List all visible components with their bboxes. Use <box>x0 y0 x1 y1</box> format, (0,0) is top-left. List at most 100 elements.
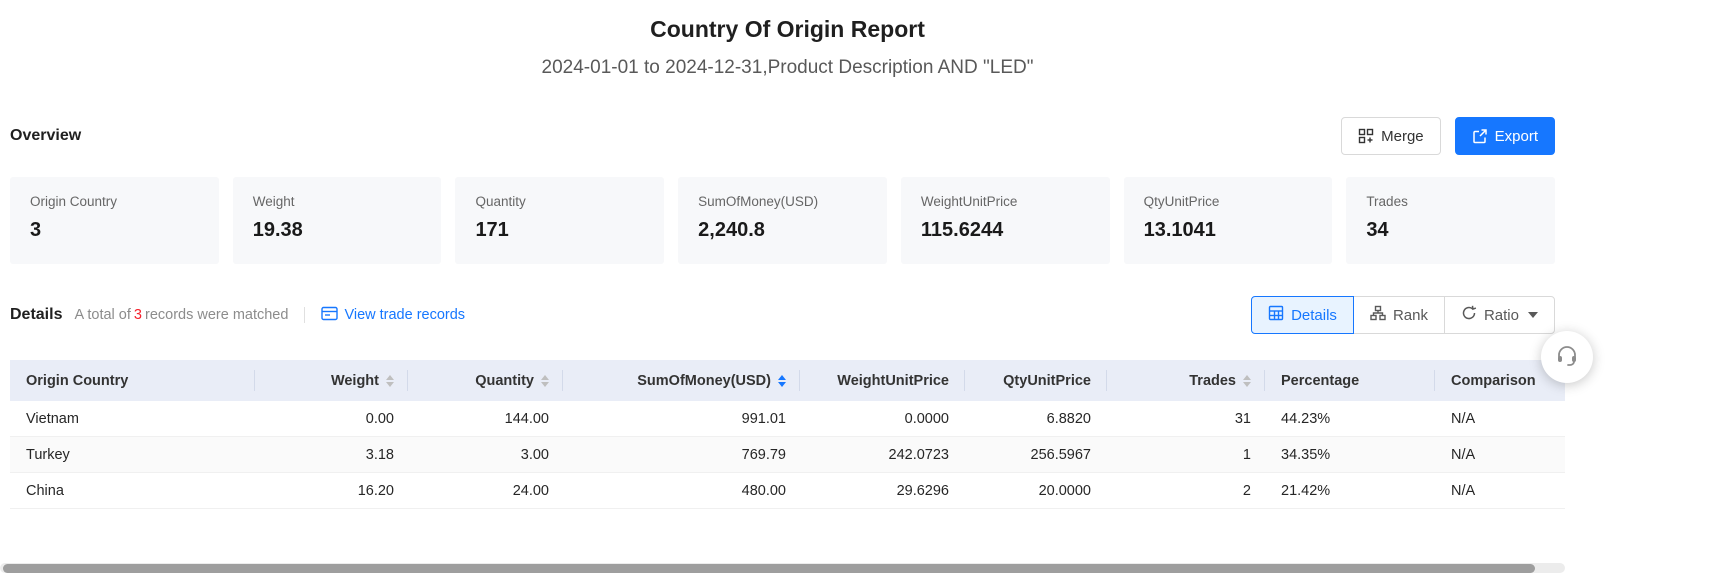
page: Country Of Origin Report 2024-01-01 to 2… <box>0 0 1734 585</box>
stat-label: Origin Country <box>30 194 199 209</box>
table-row-vietnam: Vietnam 0.00 144.00 991.01 0.0000 6.8820… <box>10 401 1565 437</box>
records-count: 3 <box>131 307 145 323</box>
toggle-details-button[interactable]: Details <box>1251 296 1354 334</box>
stat-card-weight-unit-price: WeightUnitPrice 115.6244 <box>901 177 1110 264</box>
cell-origin-country: China <box>10 473 255 508</box>
toggle-ratio-button[interactable]: Ratio <box>1444 296 1555 334</box>
content: Country Of Origin Report 2024-01-01 to 2… <box>0 0 1565 509</box>
cell-origin-country: Vietnam <box>10 401 255 436</box>
view-trade-records-link[interactable]: View trade records <box>321 306 465 325</box>
stat-value: 2,240.8 <box>698 219 867 242</box>
sort-icon[interactable] <box>541 375 549 387</box>
table-row-turkey: Turkey 3.18 3.00 769.79 242.0723 256.596… <box>10 437 1565 473</box>
stat-label: QtyUnitPrice <box>1144 194 1313 209</box>
overview-bar: Overview Merge Export <box>10 117 1565 155</box>
horizontal-scrollbar[interactable] <box>0 563 1565 573</box>
table-header-row: Origin Country Weight Quantity SumOfMone… <box>10 360 1565 401</box>
overview-section-title: Overview <box>10 127 81 145</box>
stat-card-sum-of-money: SumOfMoney(USD) 2,240.8 <box>678 177 887 264</box>
details-left: Details A total of3records were matched … <box>10 306 465 325</box>
column-header-qty-unit-price: QtyUnitPrice <box>965 360 1107 401</box>
cell-weight-unit-price: 29.6296 <box>800 473 965 508</box>
scrollbar-thumb[interactable] <box>3 564 1535 573</box>
cell-quantity: 24.00 <box>408 473 563 508</box>
stat-value: 115.6244 <box>921 219 1090 242</box>
details-table-icon <box>1268 305 1284 325</box>
cell-sum-of-money: 769.79 <box>563 437 800 472</box>
ratio-refresh-icon <box>1461 305 1477 325</box>
details-bar: Details A total of3records were matched … <box>10 296 1565 334</box>
stat-value: 171 <box>475 219 644 242</box>
stat-label: Quantity <box>475 194 644 209</box>
column-header-weight[interactable]: Weight <box>255 360 408 401</box>
stat-card-qty-unit-price: QtyUnitPrice 13.1041 <box>1124 177 1333 264</box>
cell-quantity: 144.00 <box>408 401 563 436</box>
stat-card-trades: Trades 34 <box>1346 177 1555 264</box>
stat-value: 19.38 <box>253 219 422 242</box>
toggle-rank-button[interactable]: Rank <box>1353 296 1445 334</box>
cell-weight-unit-price: 242.0723 <box>800 437 965 472</box>
sort-icon-active[interactable] <box>778 375 786 387</box>
stat-card-origin-country: Origin Country 3 <box>10 177 219 264</box>
cell-percentage: 21.42% <box>1265 473 1435 508</box>
column-header-trades[interactable]: Trades <box>1107 360 1265 401</box>
cell-sum-of-money: 991.01 <box>563 401 800 436</box>
cell-quantity: 3.00 <box>408 437 563 472</box>
overview-cards: Origin Country 3 Weight 19.38 Quantity 1… <box>10 177 1565 264</box>
divider <box>304 307 305 323</box>
cell-sum-of-money: 480.00 <box>563 473 800 508</box>
view-trade-records-label: View trade records <box>344 307 465 323</box>
cell-trades: 1 <box>1107 437 1265 472</box>
view-toggle-group: Details Rank Ratio <box>1251 296 1555 334</box>
cell-qty-unit-price: 20.0000 <box>965 473 1107 508</box>
cell-weight: 3.18 <box>255 437 408 472</box>
customer-service-button[interactable] <box>1541 331 1593 383</box>
cell-origin-country: Turkey <box>10 437 255 472</box>
cell-trades: 2 <box>1107 473 1265 508</box>
merge-icon <box>1358 128 1374 144</box>
stat-label: Trades <box>1366 194 1535 209</box>
page-title: Country Of Origin Report <box>10 0 1565 43</box>
trade-records-icon <box>321 306 338 325</box>
cell-weight: 0.00 <box>255 401 408 436</box>
overview-actions: Merge Export <box>1341 117 1555 155</box>
column-header-weight-unit-price: WeightUnitPrice <box>800 360 965 401</box>
cell-weight: 16.20 <box>255 473 408 508</box>
chevron-down-icon <box>1528 312 1538 318</box>
export-button[interactable]: Export <box>1455 117 1555 155</box>
cell-qty-unit-price: 6.8820 <box>965 401 1107 436</box>
cell-comparison: N/A <box>1435 437 1565 472</box>
toggle-ratio-label: Ratio <box>1484 307 1519 324</box>
sort-icon[interactable] <box>1243 375 1251 387</box>
page-subtitle: 2024-01-01 to 2024-12-31,Product Descrip… <box>10 57 1565 79</box>
details-table: Origin Country Weight Quantity SumOfMone… <box>10 360 1565 509</box>
merge-button-label: Merge <box>1381 128 1424 145</box>
column-header-percentage: Percentage <box>1265 360 1435 401</box>
details-section-title: Details <box>10 306 62 324</box>
merge-button[interactable]: Merge <box>1341 117 1441 155</box>
toggle-details-label: Details <box>1291 307 1337 324</box>
stat-label: SumOfMoney(USD) <box>698 194 867 209</box>
column-header-origin-country: Origin Country <box>10 360 255 401</box>
stat-card-weight: Weight 19.38 <box>233 177 442 264</box>
toggle-rank-label: Rank <box>1393 307 1428 324</box>
headset-icon <box>1555 343 1579 372</box>
stat-card-quantity: Quantity 171 <box>455 177 664 264</box>
sort-icon[interactable] <box>386 375 394 387</box>
column-header-sum-of-money[interactable]: SumOfMoney(USD) <box>563 360 800 401</box>
stat-value: 34 <box>1366 219 1535 242</box>
column-header-quantity[interactable]: Quantity <box>408 360 563 401</box>
cell-percentage: 34.35% <box>1265 437 1435 472</box>
cell-qty-unit-price: 256.5967 <box>965 437 1107 472</box>
stat-value: 3 <box>30 219 199 242</box>
stat-label: Weight <box>253 194 422 209</box>
cell-percentage: 44.23% <box>1265 401 1435 436</box>
stat-label: WeightUnitPrice <box>921 194 1090 209</box>
table-row-china: China 16.20 24.00 480.00 29.6296 20.0000… <box>10 473 1565 509</box>
export-button-label: Export <box>1495 128 1538 145</box>
stat-value: 13.1041 <box>1144 219 1313 242</box>
cell-trades: 31 <box>1107 401 1265 436</box>
cell-comparison: N/A <box>1435 473 1565 508</box>
cell-weight-unit-price: 0.0000 <box>800 401 965 436</box>
export-icon <box>1472 128 1488 144</box>
